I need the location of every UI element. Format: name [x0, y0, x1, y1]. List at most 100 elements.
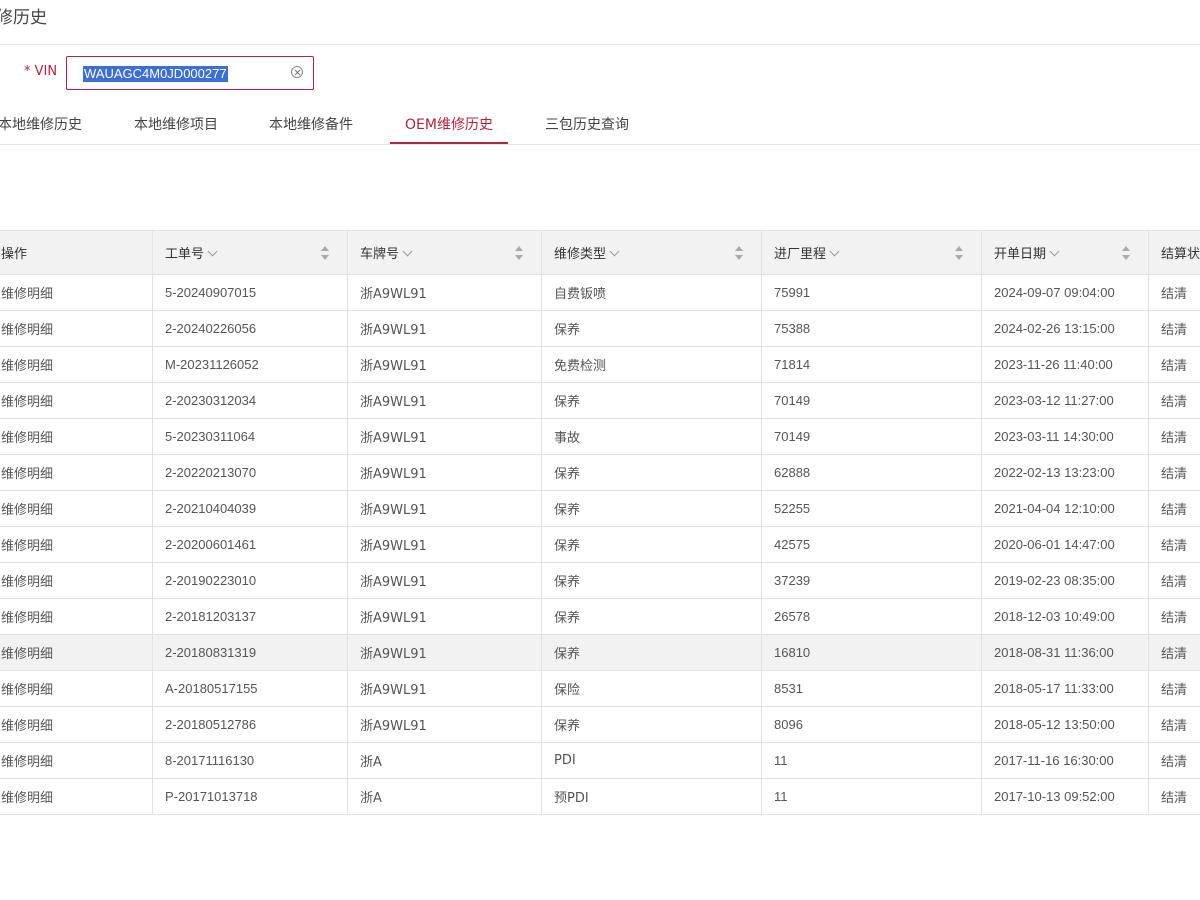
table-row[interactable]: 维修明细 8-20171116130 浙A PDI 11 2017-11-16 16:30… [0, 742, 1200, 779]
repair-type-cell: 保养 [541, 598, 762, 635]
column-header-label: 操作 [1, 247, 28, 262]
column-header-label: 工单号 [165, 247, 205, 262]
tab-local-repair-parts[interactable]: 本地维修备件 [269, 114, 353, 144]
settlement-status-cell: 结清 [1148, 418, 1200, 455]
table-row[interactable]: 维修明细 P-20171013718 浙A 预PDI 11 2017-10-13 09:5… [0, 778, 1200, 815]
repair-detail-link[interactable]: 维修明细 [0, 454, 153, 491]
sort-icon[interactable] [955, 246, 963, 260]
sort-icon[interactable] [515, 246, 523, 260]
vin-input-value[interactable]: WAUAGC4M0JD000277 [83, 66, 228, 82]
settlement-status-cell: 结清 [1148, 490, 1200, 527]
column-header-repair-type[interactable]: 维修类型 [541, 230, 762, 275]
repair-detail-link[interactable]: 维修明细 [0, 598, 153, 635]
repair-type-cell: 保养 [541, 526, 762, 563]
repair-detail-link[interactable]: 维修明细 [0, 418, 153, 455]
sort-icon[interactable] [735, 246, 743, 260]
table-row[interactable]: 维修明细 2-20210404039 浙A9WL91 保养 52255 2021-04-0… [0, 490, 1200, 527]
mileage-cell: 8531 [761, 670, 982, 707]
column-header-label: 开单日期 [994, 247, 1047, 262]
column-header-label: 结算状态 [1161, 247, 1200, 262]
mileage-cell: 75388 [761, 310, 982, 347]
open-date-cell: 2024-02-26 13:15:00 [981, 310, 1149, 347]
plate-cell: 浙A9WL91 [347, 562, 542, 599]
vin-label: * VIN [24, 64, 58, 79]
repair-detail-link[interactable]: 维修明细 [0, 634, 153, 671]
repair-type-cell: 事故 [541, 418, 762, 455]
sort-icon[interactable] [1122, 246, 1130, 260]
table-row[interactable]: 维修明细 M-20231126052 浙A9WL91 免费检测 71814 2023-11… [0, 346, 1200, 383]
column-header-open-date[interactable]: 开单日期 [981, 230, 1149, 275]
settlement-status-cell: 结清 [1148, 346, 1200, 383]
table-row[interactable]: 维修明细 2-20190223010 浙A9WL91 保养 37239 2019-02-2… [0, 562, 1200, 599]
table-row[interactable]: 维修明细 2-20180831319 浙A9WL91 保养 16810 2018-08-3… [0, 634, 1200, 671]
table-header-row: 操作 工单号 车牌号 维修类型 进厂里程 开单日期 结算状态 [0, 230, 1200, 275]
table-row[interactable]: 维修明细 2-20240226056 浙A9WL91 保养 75388 2024-02-2… [0, 310, 1200, 347]
settlement-status-cell: 结清 [1148, 310, 1200, 347]
order-number-cell: P-20171013718 [152, 778, 348, 815]
table-row[interactable]: 维修明细 2-20180512786 浙A9WL91 保养 8096 2018-05-12… [0, 706, 1200, 743]
vin-input[interactable]: WAUAGC4M0JD000277 [66, 56, 314, 90]
chevron-down-icon[interactable] [1049, 246, 1060, 257]
chevron-down-icon[interactable] [609, 246, 620, 257]
tab-bar: 本地维修历史 本地维修项目 本地维修备件 OEM维修历史 三包历史查询 [0, 108, 1200, 145]
repair-detail-link[interactable]: 维修明细 [0, 742, 153, 779]
repair-detail-link[interactable]: 维修明细 [0, 706, 153, 743]
mileage-cell: 16810 [761, 634, 982, 671]
settlement-status-cell: 结清 [1148, 382, 1200, 419]
sort-icon[interactable] [321, 246, 329, 260]
chevron-down-icon[interactable] [207, 246, 218, 257]
plate-cell: 浙A9WL91 [347, 310, 542, 347]
plate-cell: 浙A9WL91 [347, 382, 542, 419]
plate-cell: 浙A9WL91 [347, 634, 542, 671]
column-header-settlement-status[interactable]: 结算状态 [1148, 230, 1200, 275]
repair-detail-link[interactable]: 维修明细 [0, 778, 153, 815]
column-header-plate[interactable]: 车牌号 [347, 230, 542, 275]
order-number-cell: 2-20240226056 [152, 310, 348, 347]
tab-warranty-history[interactable]: 三包历史查询 [545, 114, 629, 144]
repair-type-cell: 预PDI [541, 778, 762, 815]
repair-detail-link[interactable]: 维修明细 [0, 526, 153, 563]
repair-history-table: 操作 工单号 车牌号 维修类型 进厂里程 开单日期 结算状态 维修明细5-202… [0, 230, 1200, 815]
table-body: 维修明细 5-20240907015 浙A9WL91 自费钣喷 75991 2024-09… [0, 274, 1200, 815]
chevron-down-icon[interactable] [829, 246, 840, 257]
repair-detail-link[interactable]: 维修明细 [0, 670, 153, 707]
plate-cell: 浙A [347, 742, 542, 779]
table-row[interactable]: 维修明细 A-20180517155 浙A9WL91 保险 8531 2018-05-17… [0, 670, 1200, 707]
column-header-label: 进厂里程 [774, 247, 827, 262]
column-header-mileage[interactable]: 进厂里程 [761, 230, 982, 275]
close-circle-icon[interactable] [291, 66, 303, 78]
plate-cell: 浙A9WL91 [347, 670, 542, 707]
settlement-status-cell: 结清 [1148, 634, 1200, 671]
table-row[interactable]: 维修明细 2-20200601461 浙A9WL91 保养 42575 2020-06-0… [0, 526, 1200, 563]
tab-local-repair-history[interactable]: 本地维修历史 [0, 114, 82, 144]
mileage-cell: 70149 [761, 418, 982, 455]
table-row[interactable]: 维修明细 2-20220213070 浙A9WL91 保养 62888 2022-02-1… [0, 454, 1200, 491]
settlement-status-cell: 结清 [1148, 706, 1200, 743]
open-date-cell: 2023-03-12 11:27:00 [981, 382, 1149, 419]
table-row[interactable]: 维修明细 5-20240907015 浙A9WL91 自费钣喷 75991 2024-09… [0, 274, 1200, 311]
table-row[interactable]: 维修明细 2-20230312034 浙A9WL91 保养 70149 2023-03-1… [0, 382, 1200, 419]
table-row[interactable]: 维修明细 2-20181203137 浙A9WL91 保养 26578 2018-12-0… [0, 598, 1200, 635]
repair-type-cell: PDI [541, 742, 762, 779]
repair-type-cell: 保养 [541, 454, 762, 491]
tab-oem-repair-history[interactable]: OEM维修历史 [390, 114, 508, 144]
repair-type-cell: 保养 [541, 562, 762, 599]
column-header-operation: 操作 [0, 230, 153, 275]
chevron-down-icon[interactable] [402, 246, 413, 257]
plate-cell: 浙A [347, 778, 542, 815]
repair-detail-link[interactable]: 维修明细 [0, 490, 153, 527]
tab-local-repair-items[interactable]: 本地维修项目 [134, 114, 218, 144]
table-row[interactable]: 维修明细 5-20230311064 浙A9WL91 事故 70149 2023-03-1… [0, 418, 1200, 455]
repair-detail-link[interactable]: 维修明细 [0, 346, 153, 383]
repair-detail-link[interactable]: 维修明细 [0, 274, 153, 311]
mileage-cell: 37239 [761, 562, 982, 599]
settlement-status-cell: 结清 [1148, 274, 1200, 311]
settlement-status-cell: 结清 [1148, 526, 1200, 563]
mileage-cell: 70149 [761, 382, 982, 419]
mileage-cell: 11 [761, 742, 982, 779]
order-number-cell: 2-20190223010 [152, 562, 348, 599]
repair-detail-link[interactable]: 维修明细 [0, 562, 153, 599]
column-header-order-no[interactable]: 工单号 [152, 230, 348, 275]
repair-detail-link[interactable]: 维修明细 [0, 382, 153, 419]
repair-detail-link[interactable]: 维修明细 [0, 310, 153, 347]
